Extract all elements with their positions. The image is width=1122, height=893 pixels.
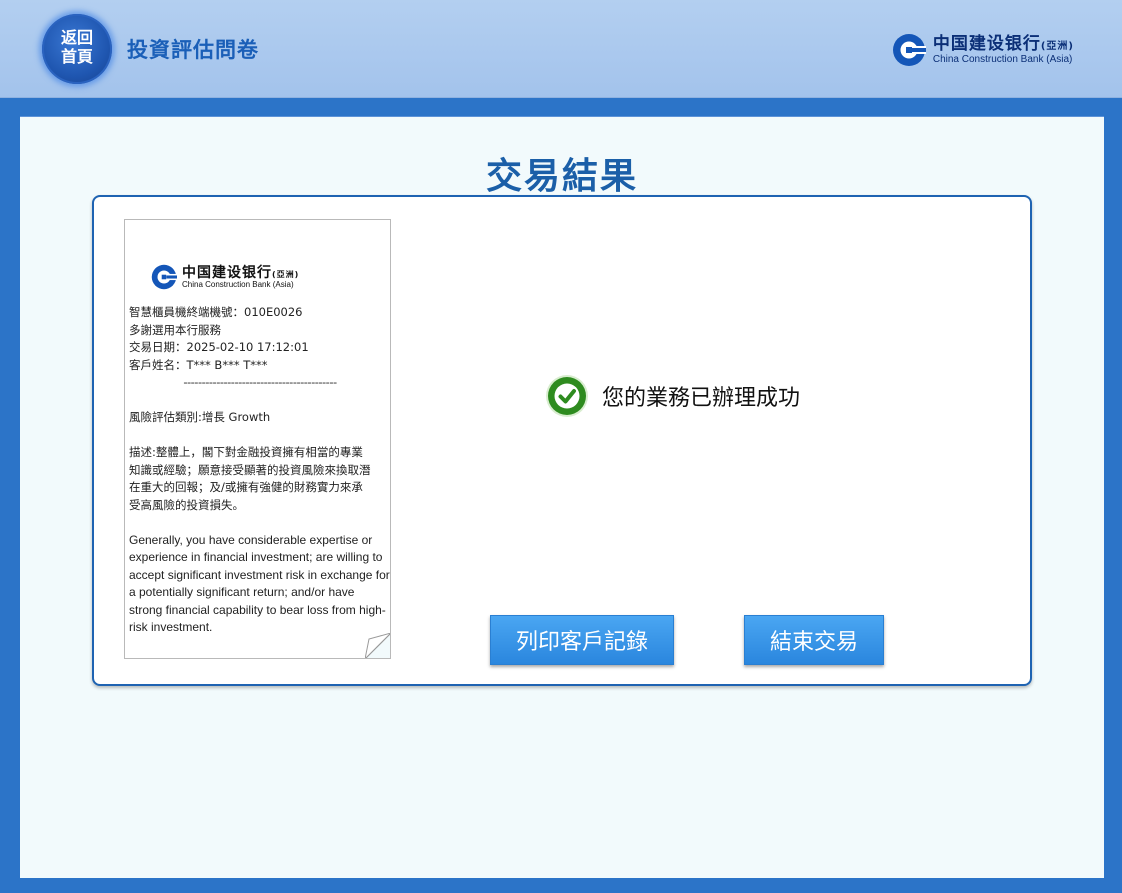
receipt-logo: 中国建设银行(亞洲) China Construction Bank (Asia…: [151, 264, 299, 290]
brand-name-en: China Construction Bank (Asia): [932, 53, 1073, 65]
receipt-description-en: Generally, you have considerable experti…: [129, 532, 390, 635]
receipt-description-cn-3: 在重大的回報；及/或擁有強健的財務實力來承: [129, 480, 363, 494]
receipt-body: 智慧櫃員機終端機號：010E0026 多謝選用本行服務 交易日期：2025-02…: [129, 304, 390, 637]
receipt-description-cn-4: 受高風險的投資損失。: [129, 497, 244, 512]
ccb-logo-icon: [892, 34, 926, 66]
home-button-label-line2: 首頁: [60, 47, 93, 66]
receipt-risk-category: 風險評估類別:增長 Growth: [129, 410, 271, 424]
receipt-thanks: 多謝選用本行服務: [129, 322, 221, 337]
brand-name-cn: 中国建设银行: [932, 33, 1041, 54]
receipt-brand-en: China Construction Bank (Asia): [182, 279, 294, 289]
page-title: 投資評估問卷: [127, 38, 259, 62]
content-area: 交易結果 中国建设银行(亞洲) China Construction Bank …: [20, 116, 1104, 878]
result-panel: 中国建设银行(亞洲) China Construction Bank (Asia…: [92, 195, 1032, 686]
receipt-date: 交易日期：2025-02-10 17:12:01: [129, 340, 309, 354]
receipt-terminal: 智慧櫃員機終端機號：010E0026: [129, 305, 303, 319]
top-bar: 返回 首頁 投資評估問卷 中国建设银行(亞洲) China Constructi…: [0, 0, 1122, 98]
result-title: 交易結果: [485, 156, 638, 197]
home-button[interactable]: 返回 首頁: [42, 14, 112, 84]
receipt-description-cn-1: 描述:整體上，閣下對金融投資擁有相當的專業: [129, 445, 363, 459]
receipt-customer-name: 客戶姓名：T*** B*** T***: [129, 357, 268, 372]
receipt-divider: ----------------------------------------…: [183, 375, 337, 389]
ccb-logo-icon: [151, 264, 177, 290]
receipt-brand-cn: 中国建设银行: [182, 264, 272, 281]
check-circle-icon: [546, 375, 588, 417]
success-status: 您的業務已辦理成功: [544, 373, 800, 419]
brand-name-cn-suffix: (亞洲): [1040, 40, 1074, 52]
success-message: 您的業務已辦理成功: [602, 386, 801, 411]
print-customer-record-button[interactable]: 列印客戶記錄: [490, 615, 674, 665]
receipt-brand-cn-suffix: (亞洲): [272, 269, 300, 279]
receipt-description-cn-2: 知識或經驗；願意接受顯著的投資風險來換取潛: [129, 462, 371, 477]
receipt-preview: 中国建设银行(亞洲) China Construction Bank (Asia…: [124, 219, 391, 659]
page-fold-icon: [365, 633, 390, 658]
bank-brand: 中国建设银行(亞洲) China Construction Bank (Asia…: [892, 30, 1074, 70]
end-transaction-button[interactable]: 結束交易: [744, 615, 884, 665]
home-button-label-line1: 返回: [60, 28, 93, 47]
